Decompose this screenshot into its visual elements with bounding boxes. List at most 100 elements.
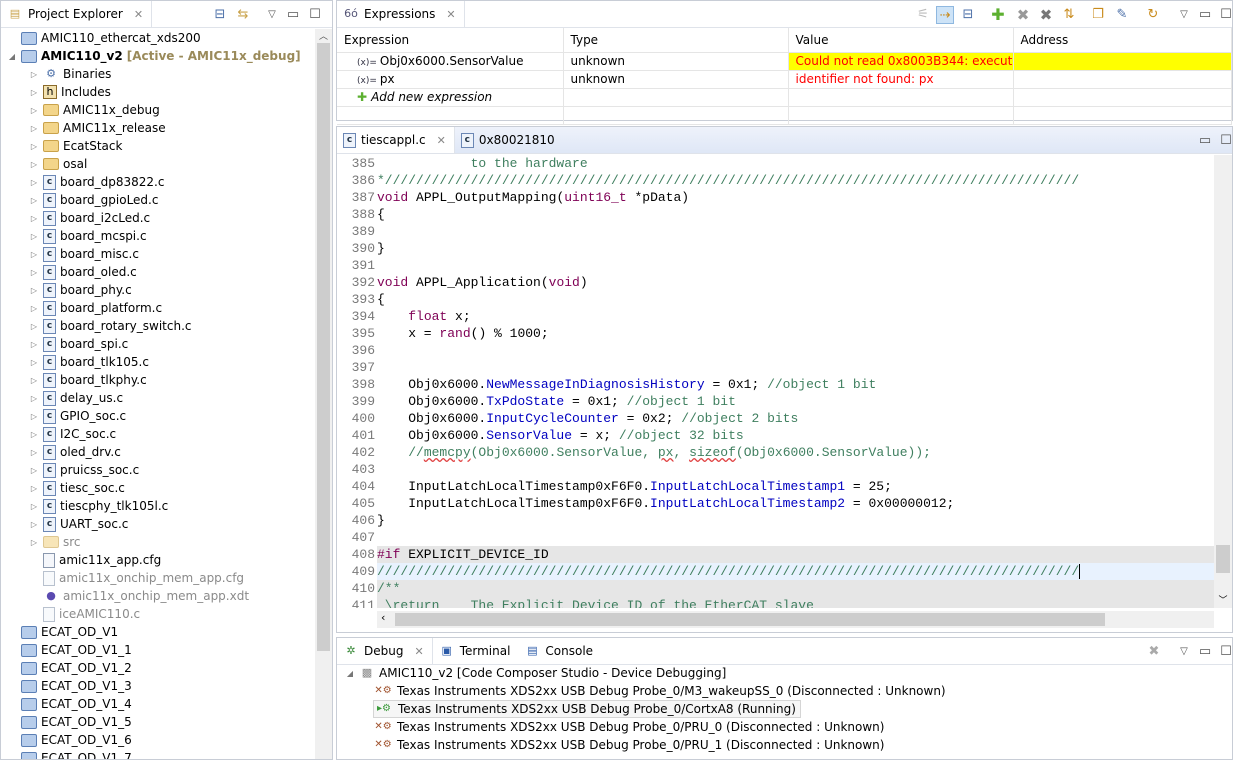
expanded-arrow-icon[interactable]: ◢ xyxy=(345,669,355,678)
collapsed-arrow-icon[interactable]: ▷ xyxy=(29,142,39,151)
tree-item[interactable]: amic11x_onchip_mem_app.cfg xyxy=(29,569,244,587)
code-line[interactable]: 389 xyxy=(337,223,1214,240)
collapsed-arrow-icon[interactable]: ▷ xyxy=(29,340,39,349)
table-row[interactable]: (x)= Obj0x6000.SensorValue unknown Could … xyxy=(337,52,1232,71)
tree-item[interactable]: ▷ ⚙ Binaries xyxy=(29,65,112,83)
tab-disassembly-address[interactable]: c 0x80021810 xyxy=(455,127,563,153)
tree-item[interactable]: ▷ c board_tlkphy.c xyxy=(29,371,147,389)
tree-item[interactable]: ▷ c delay_us.c xyxy=(29,389,123,407)
tree-item[interactable]: ECAT_OD_V1_2 xyxy=(7,659,132,677)
tree-item[interactable]: ● amic11x_onchip_mem_app.xdt xyxy=(29,587,249,605)
expression-value[interactable]: identifier not found: px xyxy=(788,70,1014,89)
tree-item[interactable]: ▷ c board_spi.c xyxy=(29,335,128,353)
tree-item[interactable]: ▷ c UART_soc.c xyxy=(29,515,128,533)
collapsed-arrow-icon[interactable]: ▷ xyxy=(29,322,39,331)
tree-item[interactable]: ▷ c board_mcspi.c xyxy=(29,227,147,245)
collapsed-arrow-icon[interactable]: ▷ xyxy=(29,430,39,439)
link-with-editor-icon[interactable]: ⇆ xyxy=(234,6,252,24)
tab-tiescappl-c[interactable]: c tiescappl.c ✕ xyxy=(337,127,455,153)
edit-icon[interactable]: ✎ xyxy=(1113,6,1131,24)
code-line[interactable]: 387 void APPL_OutputMapping(uint16_t *pDa… xyxy=(337,189,1214,206)
tree-item[interactable]: ▷ c GPIO_soc.c xyxy=(29,407,126,425)
tree-item[interactable]: amic11x_app.cfg xyxy=(29,551,161,569)
minimize-icon[interactable]: ▭ xyxy=(1196,6,1214,24)
tree-item[interactable]: ▷ AMIC11x_debug xyxy=(29,101,160,119)
tree-item[interactable]: ECAT_OD_V1_1 xyxy=(7,641,132,659)
show-logical-structure-icon[interactable]: ⇢ xyxy=(936,6,954,24)
close-icon[interactable]: ✕ xyxy=(414,645,423,658)
collapsed-arrow-icon[interactable]: ▷ xyxy=(29,160,39,169)
collapsed-arrow-icon[interactable]: ▷ xyxy=(29,376,39,385)
collapsed-arrow-icon[interactable]: ▷ xyxy=(29,466,39,475)
add-new-expression[interactable]: Add new expression xyxy=(371,90,492,104)
expanded-arrow-icon[interactable]: ◢ xyxy=(7,52,17,61)
collapsed-arrow-icon[interactable]: ▷ xyxy=(29,502,39,511)
code-line[interactable]: 399 Obj0x6000.TxPdoState = 0x1; //object… xyxy=(337,393,1214,410)
collapsed-arrow-icon[interactable]: ▷ xyxy=(29,520,39,529)
expression-value[interactable]: Could not read 0x8003B344: execution s..… xyxy=(788,52,1014,71)
scrollbar-thumb[interactable] xyxy=(317,43,330,651)
tree-item[interactable]: ▷ c board_tlk105.c xyxy=(29,353,149,371)
minimize-icon[interactable]: ▭ xyxy=(1196,132,1214,150)
collapsed-arrow-icon[interactable]: ▷ xyxy=(29,484,39,493)
new-window-icon[interactable]: ❐ xyxy=(1089,6,1107,24)
scrollbar-thumb[interactable] xyxy=(395,613,1105,626)
collapsed-arrow-icon[interactable]: ▷ xyxy=(29,88,39,97)
refresh-icon[interactable]: ↻ xyxy=(1144,6,1162,24)
code-line[interactable]: 405 InputLatchLocalTimestamp0xF6F0.Input… xyxy=(337,495,1214,512)
close-icon[interactable]: ✕ xyxy=(437,134,446,147)
code-line[interactable]: 410/** xyxy=(337,580,1214,597)
collapsed-arrow-icon[interactable]: ▷ xyxy=(29,250,39,259)
debug-target[interactable]: ✕⚙ Texas Instruments XDS2xx USB Debug Pro… xyxy=(373,682,945,700)
scroll-left-icon[interactable]: ‹ xyxy=(381,611,385,624)
expression-name[interactable]: Obj0x6000.SensorValue xyxy=(380,54,524,68)
tree-item[interactable]: ▷ h Includes xyxy=(29,83,111,101)
editor-horizontal-scrollbar[interactable]: ‹ xyxy=(377,611,1214,628)
tab-debug[interactable]: ✲ Debug ✕ xyxy=(337,638,433,664)
tree-item[interactable]: ▷ c board_rotary_switch.c xyxy=(29,317,191,335)
collapse-all-icon[interactable]: ⊟ xyxy=(211,6,229,24)
collapsed-arrow-icon[interactable]: ▷ xyxy=(29,70,39,79)
tree-item[interactable]: ▷ c board_platform.c xyxy=(29,299,162,317)
collapsed-arrow-icon[interactable]: ▷ xyxy=(29,412,39,421)
maximize-icon[interactable]: ☐ xyxy=(1217,6,1233,24)
code-area[interactable]: 385 to the hardware 386 */////////////////… xyxy=(337,155,1214,608)
tree-item[interactable]: ECAT_OD_V1 xyxy=(7,623,118,641)
collapsed-arrow-icon[interactable]: ▷ xyxy=(29,358,39,367)
scrollbar-thumb[interactable] xyxy=(1216,545,1230,573)
show-type-names-icon[interactable]: ⚟ xyxy=(914,6,932,24)
collapsed-arrow-icon[interactable]: ▷ xyxy=(29,214,39,223)
debug-session[interactable]: ◢ ▩ AMIC110_v2 [Code Composer Studio - Dev… xyxy=(345,664,726,682)
collapsed-arrow-icon[interactable]: ▷ xyxy=(29,394,39,403)
view-menu-icon[interactable]: ▽ xyxy=(1175,6,1193,24)
import-export-icon[interactable]: ⇅ xyxy=(1060,6,1078,24)
code-line[interactable]: 398 Obj0x6000.NewMessageInDiagnosisHisto… xyxy=(337,376,1214,393)
tree-item[interactable]: ECAT_OD_V1_5 xyxy=(7,713,132,731)
tree-item[interactable]: ▷ c board_i2cLed.c xyxy=(29,209,150,227)
tab-project-explorer[interactable]: ▤ Project Explorer ✕ xyxy=(1,1,153,27)
view-menu-icon[interactable]: ▽ xyxy=(1175,643,1193,661)
tab-console[interactable]: ▤ Console xyxy=(518,638,601,664)
code-line[interactable]: 400 Obj0x6000.InputCycleCounter = 0x2; /… xyxy=(337,410,1214,427)
tree-item[interactable]: ▷ AMIC11x_release xyxy=(29,119,166,137)
tree-item[interactable]: ▷ src xyxy=(29,533,81,551)
code-line[interactable]: 392 void APPL_Application(void) xyxy=(337,274,1214,291)
column-header-type[interactable]: Type xyxy=(563,28,789,53)
maximize-icon[interactable]: ☐ xyxy=(306,6,324,24)
collapsed-arrow-icon[interactable]: ▷ xyxy=(29,196,39,205)
column-header-address[interactable]: Address xyxy=(1013,28,1232,53)
tree-item[interactable]: ▷ c board_dp83822.c xyxy=(29,173,164,191)
debug-target[interactable]: ✕⚙ Texas Instruments XDS2xx USB Debug Pro… xyxy=(373,736,884,754)
code-line[interactable]: 388{ xyxy=(337,206,1214,223)
collapsed-arrow-icon[interactable]: ▷ xyxy=(29,268,39,277)
close-icon[interactable]: ✕ xyxy=(446,8,455,21)
tree-item[interactable]: ▷ c oled_drv.c xyxy=(29,443,121,461)
remove-all-icon[interactable]: ✖ xyxy=(1037,6,1055,24)
code-line[interactable]: 411 \return The Explicit Device ID of th… xyxy=(337,597,1214,608)
maximize-icon[interactable]: ☐ xyxy=(1217,132,1233,150)
column-header-value[interactable]: Value xyxy=(788,28,1014,53)
code-line[interactable]: 386 *////////////////////////////////////… xyxy=(337,172,1214,189)
code-line[interactable]: 409/////////////////////////////////////… xyxy=(337,563,1214,580)
maximize-icon[interactable]: ☐ xyxy=(1217,643,1233,661)
scroll-down-icon[interactable]: ﹀ xyxy=(1214,593,1232,606)
